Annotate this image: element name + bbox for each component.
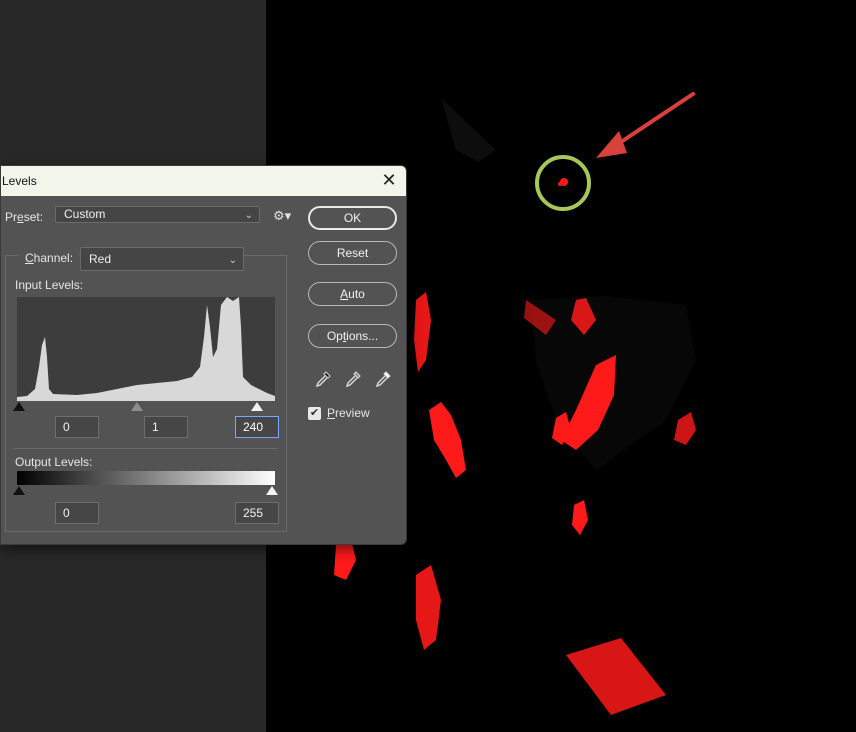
- levels-dialog: Levels ✕ Preset: Custom ⌄ ⚙▾ Channel: Re…: [0, 165, 407, 545]
- auto-button[interactable]: Auto: [308, 282, 397, 306]
- channel-select[interactable]: Red ⌄: [80, 247, 244, 271]
- levels-divider: [13, 448, 278, 449]
- annotation-arrow-head: [596, 131, 627, 158]
- channel-value: Red: [89, 252, 112, 266]
- checkmark-icon: ✔: [309, 407, 320, 419]
- input-gamma-field[interactable]: 1: [144, 416, 188, 438]
- output-levels-label: Output Levels:: [15, 455, 93, 469]
- output-white-slider[interactable]: [266, 486, 278, 495]
- gray-point-eyedropper-icon[interactable]: [344, 370, 362, 388]
- histogram-graph: [17, 297, 275, 401]
- histogram: [17, 297, 275, 401]
- preview-label: Preview: [327, 406, 370, 420]
- input-black-slider[interactable]: [13, 402, 25, 411]
- black-point-eyedropper-icon[interactable]: [314, 370, 332, 388]
- reset-button[interactable]: Reset: [308, 241, 397, 265]
- chevron-down-icon: ⌄: [228, 255, 237, 266]
- preset-label: Preset:: [5, 210, 44, 224]
- output-black-slider[interactable]: [13, 486, 25, 495]
- dialog-title: Levels: [2, 174, 37, 188]
- input-white-slider[interactable]: [251, 402, 263, 411]
- output-gradient: [17, 471, 275, 485]
- close-icon[interactable]: ✕: [380, 171, 398, 189]
- gear-icon[interactable]: ⚙▾: [273, 208, 291, 224]
- output-black-field[interactable]: 0: [55, 502, 99, 524]
- dialog-titlebar: Levels ✕: [1, 166, 406, 196]
- chevron-down-icon: ⌄: [244, 210, 253, 221]
- ok-button[interactable]: OK: [308, 206, 397, 230]
- input-black-field[interactable]: 0: [55, 416, 99, 438]
- preview-checkbox[interactable]: ✔: [308, 407, 321, 420]
- output-white-field[interactable]: 255: [235, 502, 279, 524]
- input-gamma-slider[interactable]: [131, 402, 143, 411]
- input-white-field[interactable]: 240: [235, 416, 279, 438]
- preset-value: Custom: [64, 207, 106, 221]
- input-levels-label: Input Levels:: [15, 278, 84, 292]
- options-button[interactable]: Options...: [308, 324, 397, 348]
- white-point-eyedropper-icon[interactable]: [374, 370, 392, 388]
- preset-select[interactable]: Custom ⌄: [55, 206, 260, 223]
- channel-label: Channel:: [19, 251, 80, 265]
